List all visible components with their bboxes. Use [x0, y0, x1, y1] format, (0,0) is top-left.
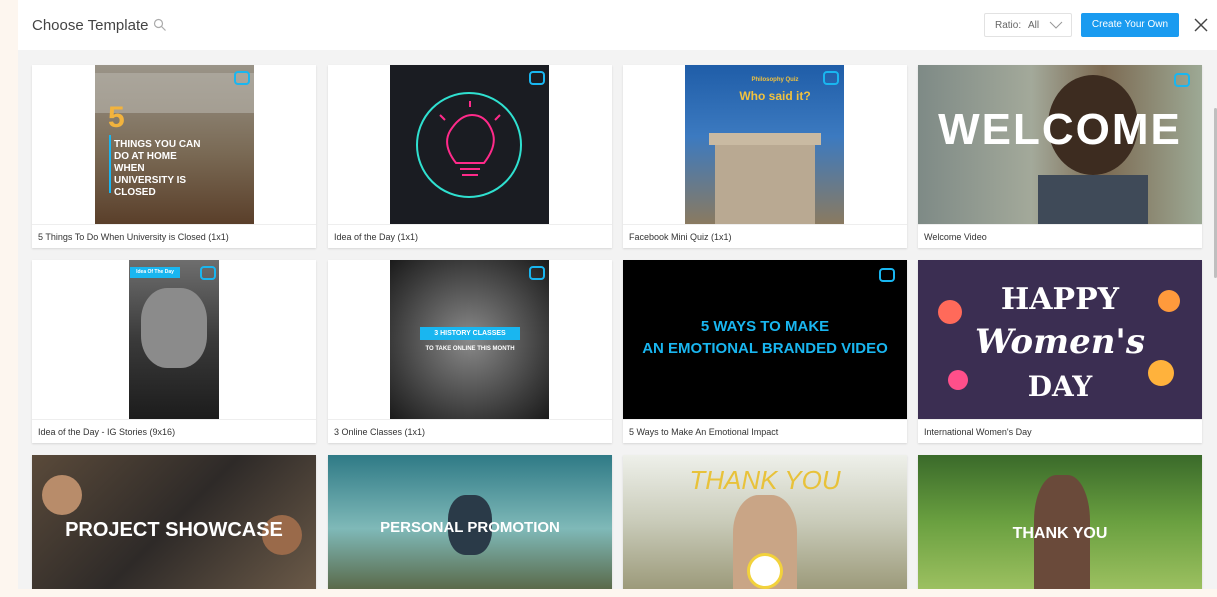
- template-thumbnail: 3 HISTORY CLASSES TO TAKE ONLINE THIS MO…: [328, 260, 612, 419]
- thumbnail-image: [129, 260, 219, 419]
- thumbnail-text: Who said it?: [739, 89, 811, 103]
- thumbnail-text: AN EMOTIONAL BRANDED VIDEO: [642, 340, 888, 357]
- thumbnail-image: [141, 288, 207, 368]
- ratio-label: Ratio:: [995, 20, 1022, 31]
- brand-logo-icon: [529, 266, 545, 280]
- template-caption: 3 Online Classes (1x1): [328, 419, 612, 443]
- brand-logo-icon: [1174, 73, 1190, 87]
- thumbnail-image: [709, 133, 821, 145]
- thumbnail-image: [109, 135, 111, 193]
- brand-logo-icon: [200, 266, 216, 280]
- template-thumbnail: THANK YOU: [623, 455, 907, 589]
- chevron-down-icon: [1049, 21, 1063, 29]
- template-card[interactable]: HAPPY Women's DAY International Women's …: [918, 260, 1202, 443]
- template-card[interactable]: THANK YOU: [623, 455, 907, 589]
- thumbnail-text: THANK YOU: [689, 465, 841, 495]
- thumbnail-text: THINGS YOU CAN: [114, 139, 201, 150]
- brand-logo-icon: [823, 71, 839, 85]
- template-caption: 5 Things To Do When University is Closed…: [32, 224, 316, 248]
- ratio-select[interactable]: Ratio: All: [984, 13, 1072, 37]
- template-thumbnail: PERSONAL PROMOTION: [328, 455, 612, 589]
- thumbnail-text: WHEN: [114, 163, 145, 174]
- thumbnail-text: HAPPY: [1000, 282, 1120, 317]
- template-thumbnail: 5 THINGS YOU CAN DO AT HOME WHEN UNIVERS…: [32, 65, 316, 224]
- thumbnail-text: Philosophy Quiz: [751, 77, 799, 83]
- template-thumbnail: Idea Of The Day: [32, 260, 316, 419]
- thumbnail-text: THANK YOU: [1012, 525, 1108, 542]
- template-caption: 5 Ways to Make An Emotional Impact: [623, 419, 907, 443]
- template-grid: 5 THINGS YOU CAN DO AT HOME WHEN UNIVERS…: [18, 50, 1217, 589]
- thumbnail-text: 5: [108, 101, 125, 134]
- template-thumbnail: WELCOME: [918, 65, 1202, 224]
- thumbnail-text: 5 WAYS TO MAKE: [700, 318, 830, 335]
- thumbnail-text: WELCOME: [938, 105, 1182, 154]
- thumbnail-text: PROJECT SHOWCASE: [65, 519, 283, 541]
- lightbulb-icon: [416, 92, 522, 198]
- template-thumbnail: 5 WAYS TO MAKE AN EMOTIONAL BRANDED VIDE…: [623, 260, 907, 419]
- brand-logo-icon: [879, 268, 895, 282]
- template-card[interactable]: 3 HISTORY CLASSES TO TAKE ONLINE THIS MO…: [328, 260, 612, 443]
- thumbnail-text: 3 HISTORY CLASSES: [420, 327, 520, 340]
- search-icon[interactable]: [153, 18, 167, 32]
- template-thumbnail: THANK YOU: [918, 455, 1202, 589]
- template-caption: Welcome Video: [918, 224, 1202, 248]
- thumbnail-text: TO TAKE ONLINE THIS MONTH: [425, 346, 515, 352]
- template-dialog: Choose Template Ratio: All Create Your O…: [18, 0, 1217, 589]
- thumbnail-text: UNIVERSITY IS: [114, 175, 187, 186]
- brand-logo-icon: [234, 71, 250, 85]
- thumbnail-image: [42, 475, 82, 515]
- dialog-title: Choose Template: [32, 17, 149, 34]
- template-caption: Idea of the Day (1x1): [328, 224, 612, 248]
- template-card[interactable]: PERSONAL PROMOTION: [328, 455, 612, 589]
- template-card[interactable]: THANK YOU: [918, 455, 1202, 589]
- ratio-value: All: [1028, 20, 1040, 31]
- thumbnail-text: DO AT HOME: [114, 151, 177, 162]
- close-icon[interactable]: [1194, 18, 1208, 32]
- thumbnail-image: [390, 65, 549, 224]
- flower-icon: [747, 553, 783, 589]
- template-card[interactable]: Idea Of The Day Idea of the Day - IG Sto…: [32, 260, 316, 443]
- thumbnail-text: Idea Of The Day: [130, 267, 180, 278]
- thumbnail-image: [715, 141, 815, 224]
- thumbnail-text: PERSONAL PROMOTION: [380, 519, 560, 536]
- template-thumbnail: Philosophy Quiz Who said it?: [623, 65, 907, 224]
- template-thumbnail: [328, 65, 612, 224]
- create-your-own-button[interactable]: Create Your Own: [1081, 13, 1179, 37]
- template-card[interactable]: WELCOME Welcome Video: [918, 65, 1202, 248]
- thumbnail-text: CLOSED: [114, 187, 156, 198]
- template-card[interactable]: Philosophy Quiz Who said it? Facebook Mi…: [623, 65, 907, 248]
- template-thumbnail: PROJECT SHOWCASE: [32, 455, 316, 589]
- template-card[interactable]: 5 WAYS TO MAKE AN EMOTIONAL BRANDED VIDE…: [623, 260, 907, 443]
- thumbnail-text: DAY: [1027, 370, 1093, 403]
- thumbnail-image: [1038, 175, 1148, 224]
- brand-logo-icon: [529, 71, 545, 85]
- dialog-header: Choose Template Ratio: All Create Your O…: [18, 0, 1217, 50]
- template-caption: International Women's Day: [918, 419, 1202, 443]
- template-thumbnail: HAPPY Women's DAY: [918, 260, 1202, 419]
- thumbnail-text: Women's: [975, 322, 1145, 362]
- template-caption: Idea of the Day - IG Stories (9x16): [32, 419, 316, 443]
- template-card[interactable]: PROJECT SHOWCASE: [32, 455, 316, 589]
- template-card[interactable]: 5 THINGS YOU CAN DO AT HOME WHEN UNIVERS…: [32, 65, 316, 248]
- template-card[interactable]: Idea of the Day (1x1): [328, 65, 612, 248]
- template-caption: Facebook Mini Quiz (1x1): [623, 224, 907, 248]
